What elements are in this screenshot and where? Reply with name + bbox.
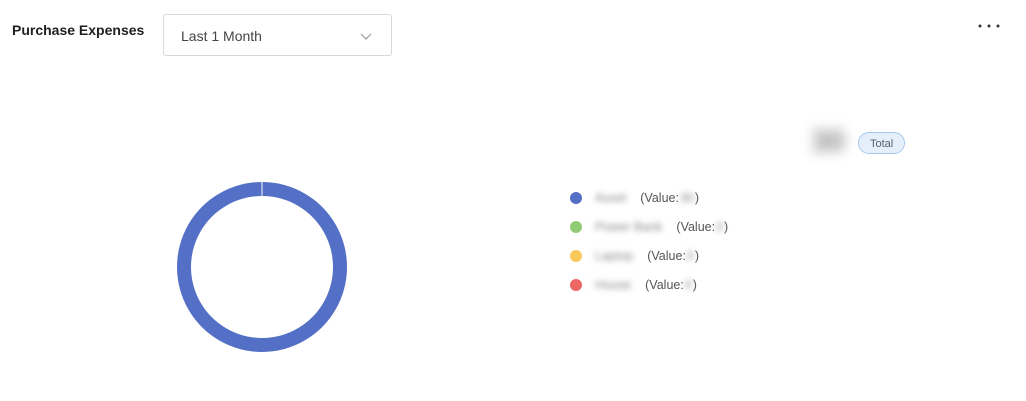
legend-item[interactable]: House (Value: 0)	[570, 270, 728, 299]
total-value: 30	[811, 125, 845, 158]
chevron-down-icon	[360, 33, 372, 40]
total-badge: Total	[858, 132, 906, 154]
legend-value: 0	[684, 277, 692, 292]
legend-value-suffix: )	[694, 190, 700, 205]
legend-value-suffix: )	[692, 277, 697, 292]
legend-dot-icon	[570, 220, 582, 233]
legend-value-prefix: (Value:	[640, 190, 679, 205]
donut-slice-asset[interactable]	[177, 182, 347, 352]
legend-item[interactable]: Asset (Value: 30)	[570, 183, 728, 212]
legend-dot-icon	[570, 249, 582, 262]
legend-label: Power Bank	[595, 219, 663, 234]
purchase-expenses-card: Purchase Expenses Last 1 Month 30 Total …	[0, 0, 1026, 401]
legend-label: Laptop	[595, 248, 634, 263]
legend-value-prefix: (Value:	[645, 277, 684, 292]
legend-value-prefix: (Value:	[676, 219, 716, 234]
period-select[interactable]: Last 1 Month	[163, 14, 392, 56]
legend-value: 0	[686, 248, 694, 263]
legend-value-suffix: )	[694, 248, 700, 263]
legend-value: 0	[716, 219, 724, 234]
chart-legend: Asset (Value: 30) Power Bank (Value: 0) Lapt…	[570, 183, 728, 299]
legend-item[interactable]: Laptop (Value: 0)	[570, 241, 728, 270]
period-select-value: Last 1 Month	[181, 28, 262, 44]
legend-value-suffix: )	[724, 219, 729, 234]
legend-label: Asset	[595, 190, 627, 205]
legend-label: House	[595, 277, 632, 292]
expenses-donut-chart	[177, 182, 347, 352]
legend-value-prefix: (Value:	[647, 248, 686, 263]
legend-dot-icon	[570, 278, 582, 291]
card-title: Purchase Expenses	[12, 22, 145, 38]
legend-value: 30	[679, 190, 694, 205]
more-horizontal-icon[interactable]	[976, 18, 1002, 34]
legend-item[interactable]: Power Bank (Value: 0)	[570, 212, 728, 241]
legend-dot-icon	[570, 191, 582, 204]
